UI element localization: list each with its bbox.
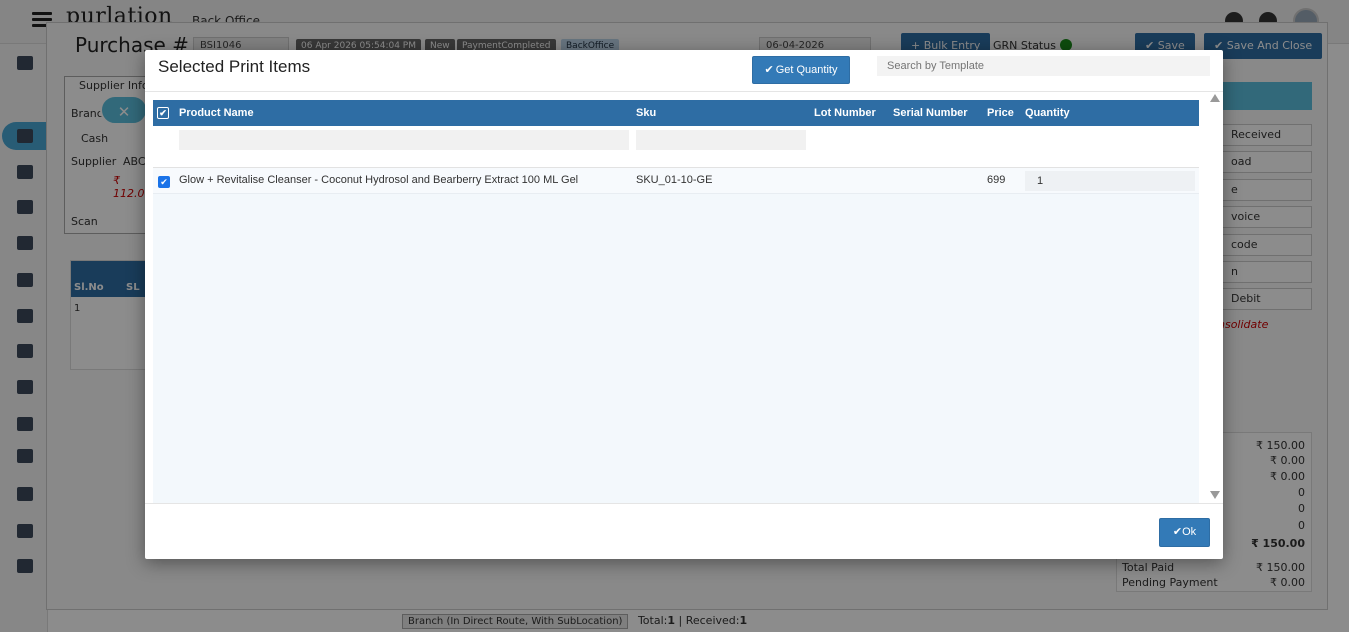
scroll-down-icon[interactable] bbox=[1210, 491, 1220, 499]
cell-product-name: Glow + Revitalise Cleanser - Coconut Hyd… bbox=[179, 174, 579, 186]
cell-sku: SKU_01-10-GE bbox=[636, 174, 713, 186]
row-checkbox[interactable]: ✔ bbox=[158, 176, 170, 188]
cell-price: 699 bbox=[987, 174, 1006, 186]
sku-filter[interactable] bbox=[636, 130, 806, 150]
modal-title: Selected Print Items bbox=[158, 57, 311, 76]
col-serial-number[interactable]: Serial Number bbox=[893, 107, 968, 119]
ok-button[interactable]: ✔Ok bbox=[1159, 518, 1210, 547]
table-row[interactable]: ✔ Glow + Revitalise Cleanser - Coconut H… bbox=[153, 168, 1199, 194]
col-lot-number[interactable]: Lot Number bbox=[814, 107, 876, 119]
modal-footer: ✔Ok bbox=[145, 503, 1223, 559]
table-header: ✔ Product Name Sku Lot Number Serial Num… bbox=[153, 100, 1199, 126]
scroll-up-icon[interactable] bbox=[1210, 94, 1220, 102]
filter-row bbox=[153, 126, 1199, 168]
check-icon: ✔ bbox=[764, 64, 774, 76]
print-items-table: ✔ Product Name Sku Lot Number Serial Num… bbox=[153, 100, 1199, 504]
selected-print-items-modal: Selected Print Items ✔Get Quantity ✔ Pro… bbox=[145, 50, 1223, 559]
col-sku[interactable]: Sku bbox=[636, 107, 656, 119]
col-price[interactable]: Price bbox=[987, 107, 1014, 119]
get-quantity-button[interactable]: ✔ Get Quantity bbox=[752, 56, 850, 84]
template-search-input[interactable] bbox=[877, 56, 1210, 76]
col-quantity[interactable]: Quantity bbox=[1025, 107, 1070, 119]
product-name-filter[interactable] bbox=[179, 130, 629, 150]
col-product-name[interactable]: Product Name bbox=[179, 107, 254, 119]
quantity-input[interactable] bbox=[1025, 171, 1195, 191]
select-all-checkbox[interactable]: ✔ bbox=[157, 107, 169, 119]
modal-header: Selected Print Items ✔ Get Quantity bbox=[145, 50, 1223, 92]
get-quantity-label: Get Quantity bbox=[775, 64, 838, 76]
ok-label: Ok bbox=[1182, 526, 1197, 538]
